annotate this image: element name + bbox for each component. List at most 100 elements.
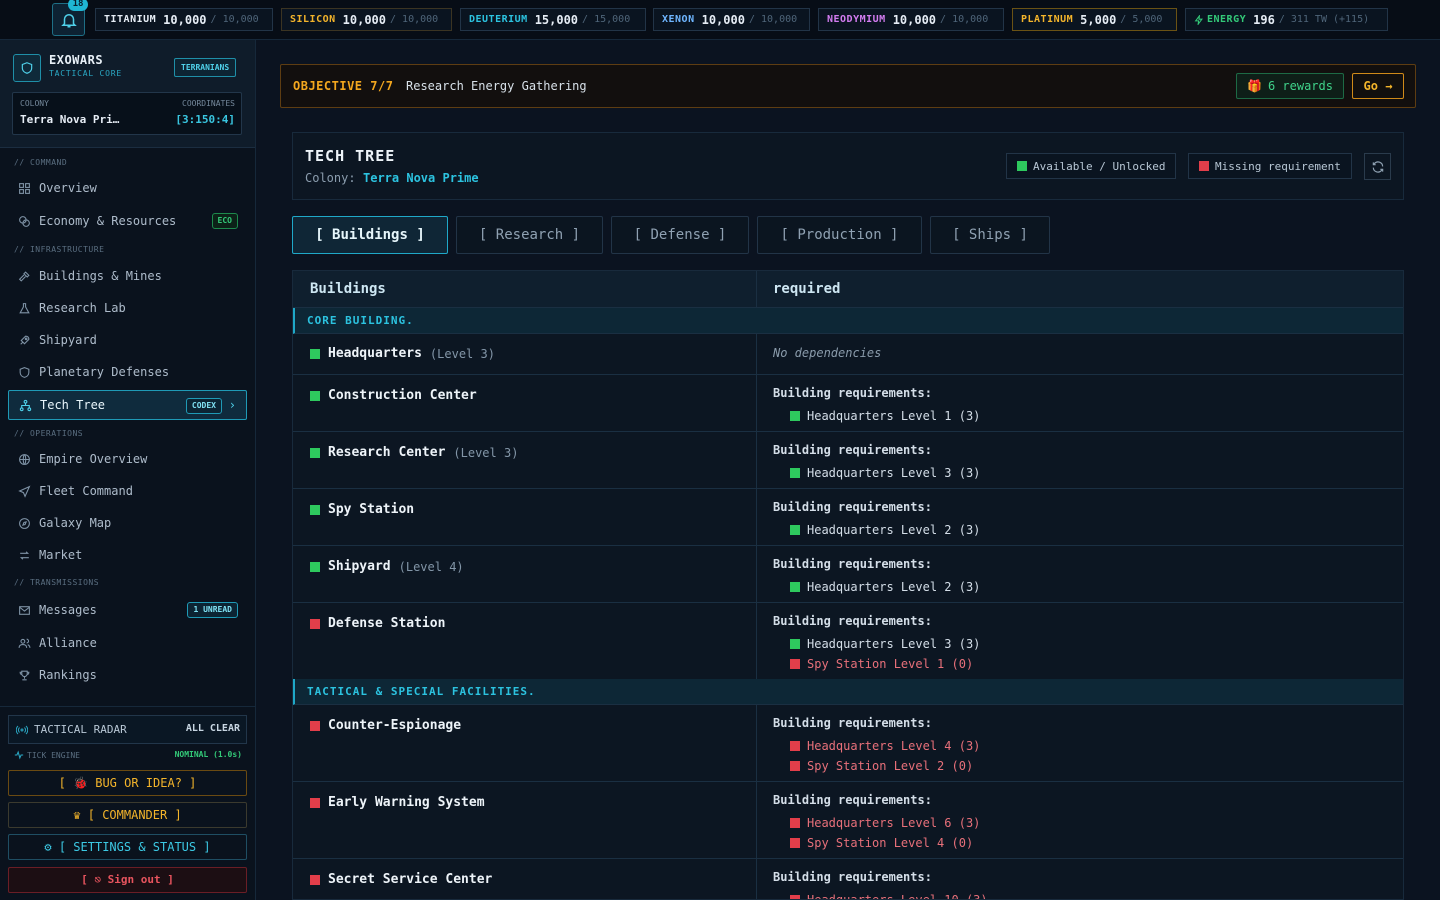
column-header-required: required [773,281,841,297]
resource-max: / 10,000 [390,14,439,25]
resource-value: 196 [1253,12,1275,27]
rewards-label: 6 rewards [1267,79,1333,93]
sidebar-item-label: Alliance [39,636,97,650]
table-row[interactable]: Secret Service Center Building requiremen… [293,859,1403,899]
requirement-text: Spy Station Level 1 (0) [807,657,974,671]
sidebar-item-buildings[interactable]: Buildings & Mines [8,261,247,291]
building-name-cell: Shipyard (Level 4) [310,559,464,574]
sidebar-item-rankings[interactable]: Rankings [8,660,247,690]
sidebar-item-tech-tree[interactable]: Tech Tree CODEX › [8,390,247,420]
table-row[interactable]: Shipyard (Level 4) Building requirements: H… [293,546,1403,603]
resource-neodymium[interactable]: NEODYMIUM 10,000/ 10,000 [818,8,1004,31]
sidebar-item-label: Galaxy Map [39,516,112,530]
table-row[interactable]: Headquarters (Level 3) No dependencies [293,334,1403,375]
faction-badge: TERRANIANS [174,58,237,77]
resource-max: / 10,000 [748,14,798,25]
brand-logo[interactable] [13,54,41,82]
trophy-icon [19,670,30,680]
eco-badge: ECO [211,213,238,229]
requirement-item: Headquarters Level 10 (3) [773,890,988,899]
table-row[interactable]: Spy Station Building requirements: Headqua… [293,489,1403,546]
table-row[interactable]: Construction Center Building requirements… [293,375,1403,432]
group-header: TACTICAL & SPECIAL FACILITIES. [293,679,1403,705]
requirement-status [790,761,800,771]
legend-missing: Missing requirement [1188,153,1352,179]
table-row[interactable]: Early Warning System Building requirement… [293,782,1403,859]
tactical-radar[interactable]: TACTICAL RADAR ALL CLEAR [8,715,247,744]
tech-tree-header: TECH TREE Colony: Terra Nova Prime Avail… [292,132,1404,200]
notifications-button[interactable]: 18 [52,0,88,36]
requirements-title: Building requirements: [773,443,932,457]
requirement-text: Headquarters Level 1 (3) [807,409,981,423]
resource-energy[interactable]: ENERGY 196/ 311 TW (+115) [1185,8,1388,31]
sidebar-item-shipyard[interactable]: Shipyard [8,325,247,355]
building-level: (Level 3) [429,346,495,361]
requirements-cell: Building requirements: Headquarters Level… [773,557,980,597]
sidebar-item-economy[interactable]: Economy & Resources ECO [8,206,247,236]
resource-name: SILICON [290,14,336,25]
building-name-cell: Defense Station [310,616,445,631]
table-row[interactable]: Counter-Espionage Building requirements: H… [293,705,1403,782]
resource-titanium[interactable]: TITANIUM 10,000/ 10,000 [95,8,273,31]
coordinates-value: [3:150:4] [175,113,235,126]
building-name: Shipyard [328,559,391,574]
sidebar-item-empire-overview[interactable]: Empire Overview [8,444,247,474]
requirement-item: Headquarters Level 4 (3) [773,736,980,756]
resource-value: 10,000 [163,12,207,27]
requirements-cell: Building requirements: Headquarters Level… [773,443,980,483]
sidebar-item-planetary-defenses[interactable]: Planetary Defenses [8,357,247,387]
tab-production[interactable]: [ Production ] [757,216,922,254]
pulse-icon [14,750,24,760]
sign-out-button[interactable]: [ ⎋ Sign out ] [8,867,247,893]
flask-icon [19,302,30,313]
tick-value: NOMINAL (1.0s) [174,750,242,759]
group-title: TACTICAL & SPECIAL FACILITIES. [307,685,536,698]
refresh-button[interactable] [1364,153,1391,180]
tab-defense[interactable]: [ Defense ] [611,216,749,254]
rewards-button[interactable]: 🎁 6 rewards [1236,73,1344,99]
legend-missing-label: Missing requirement [1215,159,1341,173]
status-indicator [310,390,320,401]
resource-max: / 10,000 [940,14,989,25]
building-level: (Level 3) [453,445,519,460]
requirement-status [790,818,800,828]
sidebar-item-fleet-command[interactable]: Fleet Command [8,476,247,506]
table-row[interactable]: Defense Station Building requirements: Hea… [293,603,1403,680]
section-heading-command: // COMMAND [14,158,68,167]
requirement-status [790,895,800,899]
tab-buildings[interactable]: [ Buildings ] [292,216,448,254]
settings-button[interactable]: ⚙ [ SETTINGS & STATUS ] [8,834,247,860]
requirements-cell: Building requirements: Headquarters Level… [773,500,980,540]
resource-xenon[interactable]: XENON 10,000/ 10,000 [653,8,810,31]
shield-icon [19,366,30,378]
colony-selector[interactable]: COLONY Terra Nova Pri… COORDINATES [3:15… [12,92,242,135]
globe-icon [19,453,30,465]
resource-name: XENON [662,14,695,25]
resource-platinum[interactable]: PLATINUM 5,000/ 5,000 [1012,8,1177,31]
tab-research[interactable]: [ Research ] [456,216,603,254]
colony-link[interactable]: Terra Nova Prime [363,171,479,185]
sidebar-item-research-lab[interactable]: Research Lab [8,293,247,323]
sidebar-item-market[interactable]: Market [8,540,247,570]
tab-ships[interactable]: [ Ships ] [930,216,1050,254]
building-name: Defense Station [328,616,446,631]
sidebar-item-label: Fleet Command [39,484,133,498]
commander-button[interactable]: ♛ [ COMMANDER ] [8,802,247,828]
sidebar-item-galaxy-map[interactable]: Galaxy Map [8,508,247,538]
status-indicator [310,561,320,572]
sidebar-footer: TACTICAL RADAR ALL CLEAR TICK ENGINE NOM… [0,706,255,900]
resource-value: 10,000 [701,12,745,27]
requirement-text: Headquarters Level 4 (3) [807,739,981,753]
sidebar-item-overview[interactable]: Overview [8,173,247,203]
bug-report-button[interactable]: [ 🐞 BUG OR IDEA? ] [8,770,247,796]
sidebar-item-messages[interactable]: Messages 1 UNREAD [8,595,247,625]
colony-caption: Colony: [305,171,356,185]
table-row[interactable]: Research Center (Level 3) Building require… [293,432,1403,489]
building-name: Secret Service Center [328,872,493,887]
building-name-cell: Early Warning System [310,795,485,810]
go-button[interactable]: Go → [1352,73,1404,99]
resource-deuterium[interactable]: DEUTERIUM 15,000/ 15,000 [460,8,646,31]
requirements-cell: Building requirements: Headquarters Level… [773,614,980,674]
sidebar-item-alliance[interactable]: Alliance [8,628,247,658]
resource-silicon[interactable]: SILICON 10,000/ 10,000 [281,8,452,31]
